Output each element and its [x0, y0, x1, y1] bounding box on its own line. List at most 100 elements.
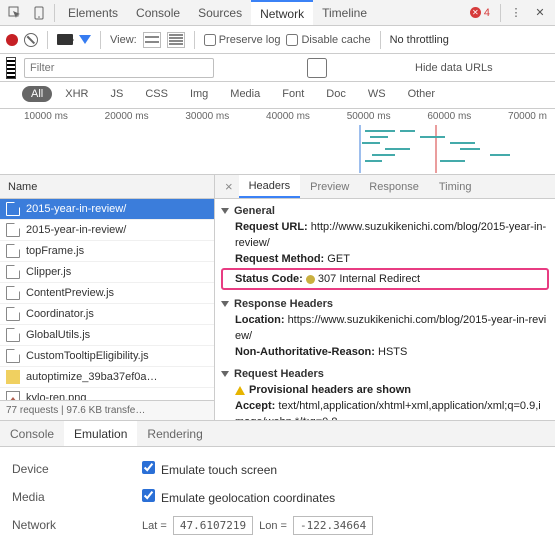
filter-font[interactable]: Font [273, 86, 313, 102]
request-row[interactable]: 2015-year-in-review/ [0, 220, 214, 241]
document-file-icon [6, 307, 20, 321]
warning-icon [235, 386, 245, 395]
provisional-warning: Provisional headers are shown [221, 382, 549, 398]
request-method-value: GET [327, 253, 350, 265]
tab-sources[interactable]: Sources [189, 0, 251, 25]
drawer-tabs: Console Emulation Rendering [0, 421, 555, 447]
lat-input[interactable]: 47.6107219 [173, 516, 253, 535]
request-row[interactable]: Clipper.js [0, 262, 214, 283]
error-icon: ✕ [470, 7, 481, 18]
tab-response[interactable]: Response [359, 175, 429, 198]
network-toolbar: View: Preserve log Disable cache No thro… [0, 26, 555, 54]
media-label: Media [12, 490, 142, 504]
emulate-touch-checkbox[interactable]: Emulate touch screen [142, 461, 277, 477]
document-file-icon [6, 244, 20, 258]
request-row[interactable]: Coordinator.js [0, 304, 214, 325]
name-column-header[interactable]: Name [0, 175, 214, 199]
drawer-tab-console[interactable]: Console [0, 421, 64, 446]
accept-value: text/html,application/xhtml+xml,applicat… [235, 400, 541, 420]
filmstrip-icon[interactable] [6, 57, 16, 79]
filter-media[interactable]: Media [221, 86, 269, 102]
error-count-value: 4 [484, 7, 490, 19]
error-count[interactable]: ✕ 4 [464, 7, 496, 19]
tab-console[interactable]: Console [127, 0, 189, 25]
filter-xhr[interactable]: XHR [56, 86, 97, 102]
request-row[interactable]: 2015-year-in-review/ [0, 199, 214, 220]
emulation-panel: Device Emulate touch screen Media Emulat… [0, 447, 555, 547]
filter-type-row: All XHR JS CSS Img Media Font Doc WS Oth… [0, 82, 555, 109]
drawer-tab-rendering[interactable]: Rendering [137, 421, 212, 446]
request-row[interactable]: CustomTooltipEligibility.js [0, 346, 214, 367]
filter-img[interactable]: Img [181, 86, 217, 102]
inspect-icon[interactable] [4, 3, 26, 23]
response-headers-section-header[interactable]: Response Headers [221, 296, 549, 312]
view-small-icon[interactable] [167, 32, 185, 48]
filter-toggle-icon[interactable] [79, 35, 91, 44]
request-list[interactable]: 2015-year-in-review/2015-year-in-review/… [0, 199, 214, 400]
more-icon[interactable]: ⋮ [505, 3, 527, 23]
request-row[interactable]: autoptimize_39ba37ef0a… [0, 367, 214, 388]
document-file-icon [6, 202, 20, 216]
preserve-log-checkbox[interactable]: Preserve log [204, 34, 281, 46]
record-button[interactable] [6, 34, 18, 46]
js-file-icon [6, 370, 20, 384]
tab-timing[interactable]: Timing [429, 175, 482, 198]
disable-cache-checkbox[interactable]: Disable cache [286, 34, 370, 46]
image-file-icon [6, 391, 20, 400]
document-file-icon [6, 286, 20, 300]
request-name: GlobalUtils.js [26, 329, 90, 341]
filter-other[interactable]: Other [399, 86, 445, 102]
throttling-select[interactable]: No throttling [390, 34, 449, 46]
close-detail-button[interactable]: × [219, 179, 239, 194]
filter-bar: Hide data URLs [0, 54, 555, 82]
device-icon[interactable] [28, 3, 50, 23]
tab-headers[interactable]: Headers [239, 175, 301, 198]
emulate-geolocation-checkbox[interactable]: Emulate geolocation coordinates [142, 489, 335, 505]
request-row[interactable]: GlobalUtils.js [0, 325, 214, 346]
document-file-icon [6, 349, 20, 363]
request-headers-section-header[interactable]: Request Headers [221, 366, 549, 382]
view-label: View: [110, 34, 137, 46]
request-name: CustomTooltipEligibility.js [26, 350, 149, 362]
request-name: ContentPreview.js [26, 287, 114, 299]
clear-button[interactable] [24, 33, 38, 47]
filter-js[interactable]: JS [101, 86, 132, 102]
request-row[interactable]: kylo-ren.png [0, 388, 214, 400]
tab-timeline[interactable]: Timeline [313, 0, 376, 25]
request-name: Clipper.js [26, 266, 71, 278]
screenshot-icon[interactable] [57, 34, 73, 45]
filter-ws[interactable]: WS [359, 86, 395, 102]
hide-dataurls-checkbox[interactable]: Hide data URLs [222, 58, 493, 78]
filter-input[interactable] [24, 58, 214, 78]
main-toolbar: Elements Console Sources Network Timelin… [0, 0, 555, 26]
device-label: Device [12, 462, 142, 476]
document-file-icon [6, 265, 20, 279]
close-icon[interactable]: ✕ [529, 3, 551, 23]
filter-css[interactable]: CSS [136, 86, 177, 102]
network-label: Network [12, 518, 142, 532]
tab-network[interactable]: Network [251, 0, 313, 25]
status-dot-icon [306, 275, 315, 284]
request-name: autoptimize_39ba37ef0a… [26, 371, 157, 383]
request-name: Coordinator.js [26, 308, 94, 320]
lon-input[interactable]: -122.34664 [293, 516, 373, 535]
tab-preview[interactable]: Preview [300, 175, 359, 198]
request-list-pane: Name 2015-year-in-review/2015-year-in-re… [0, 175, 215, 420]
detail-pane: × Headers Preview Response Timing Genera… [215, 175, 555, 420]
filter-doc[interactable]: Doc [317, 86, 355, 102]
document-file-icon [6, 223, 20, 237]
timeline-overview[interactable]: 10000 ms 20000 ms 30000 ms 40000 ms 5000… [0, 109, 555, 175]
filter-all[interactable]: All [22, 86, 52, 102]
panel-tabs: Elements Console Sources Network Timelin… [59, 0, 462, 25]
view-large-icon[interactable] [143, 32, 161, 48]
document-file-icon [6, 328, 20, 342]
reason-value: HSTS [378, 346, 407, 358]
request-row[interactable]: topFrame.js [0, 241, 214, 262]
general-section-header[interactable]: General [221, 203, 549, 219]
tab-elements[interactable]: Elements [59, 0, 127, 25]
request-name: topFrame.js [26, 245, 84, 257]
request-name: 2015-year-in-review/ [26, 203, 126, 215]
request-summary: 77 requests | 97.6 KB transfe… [0, 400, 214, 420]
drawer-tab-emulation[interactable]: Emulation [64, 421, 137, 446]
request-row[interactable]: ContentPreview.js [0, 283, 214, 304]
